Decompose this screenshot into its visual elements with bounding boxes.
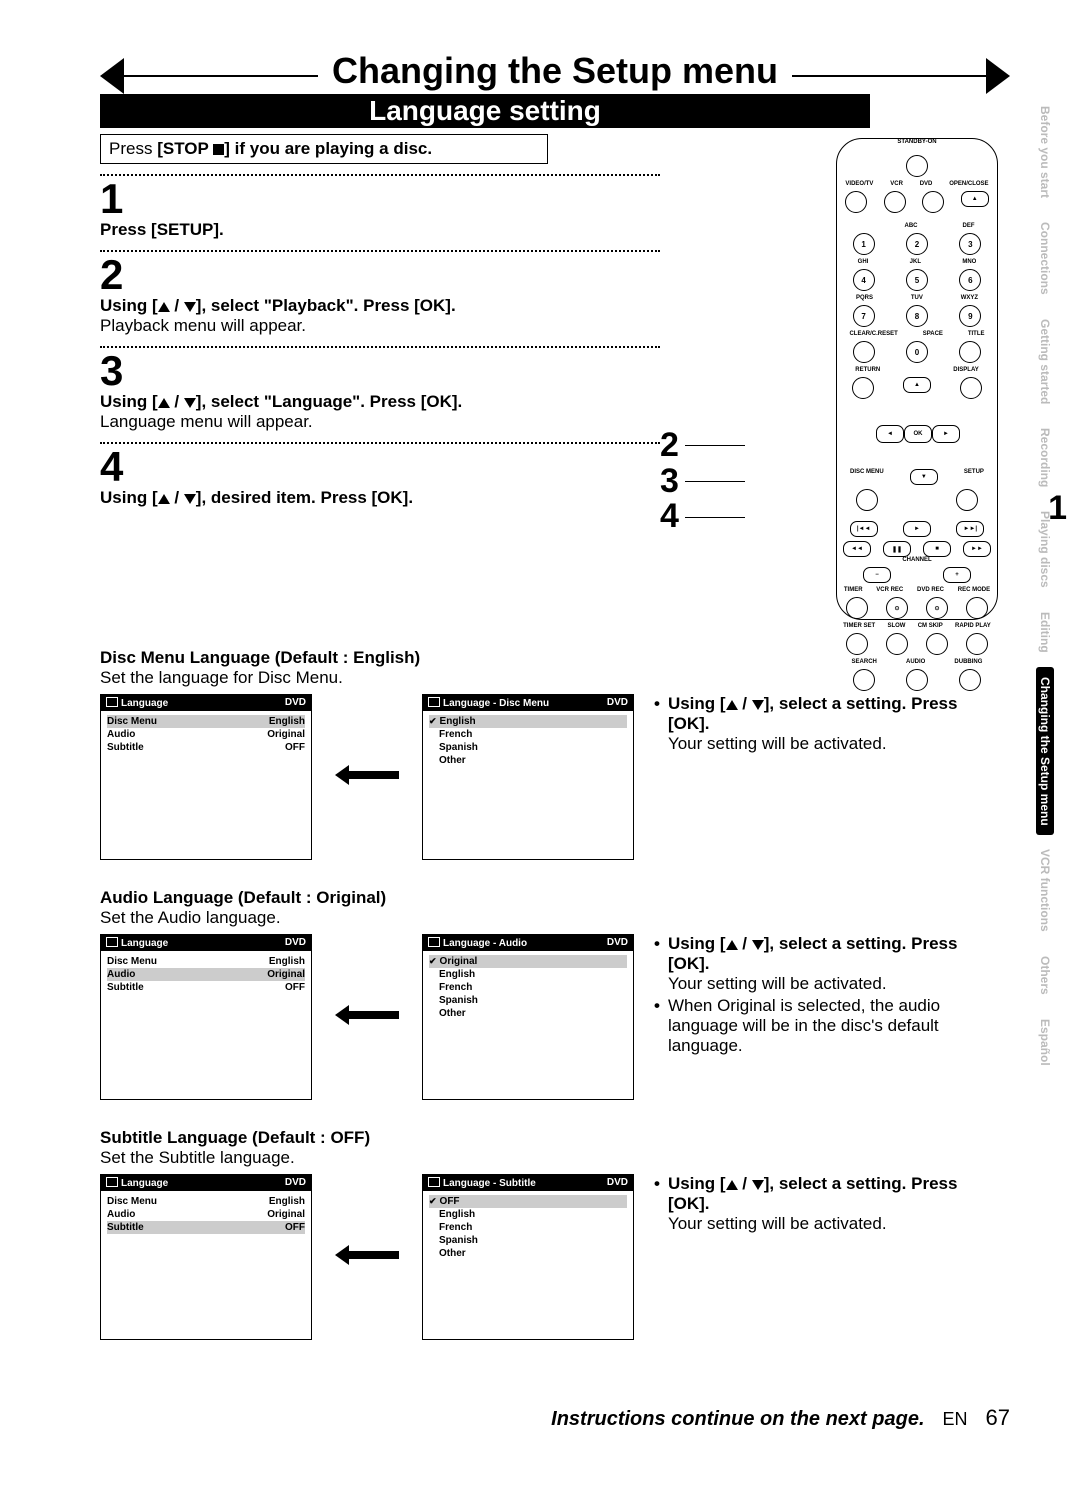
step-instruction: Press [SETUP].: [100, 220, 660, 240]
bullet-note: When Original is selected, the audio lan…: [654, 996, 1000, 1056]
power-icon: [906, 155, 928, 177]
up-icon: ▲: [903, 377, 931, 393]
side-tab[interactable]: Getting started: [1036, 309, 1054, 414]
play-icon: ►: [903, 521, 931, 537]
step-result: Playback menu will appear.: [100, 316, 660, 336]
arrow-icon: [332, 765, 402, 790]
step-instruction: Using [ / ], desired item. Press [OK].: [100, 488, 660, 508]
menu-box: LanguageDVDDisc MenuEnglishAudioOriginal…: [100, 934, 312, 1100]
menu-box: Language - AudioDVDOriginalEnglishFrench…: [422, 934, 634, 1100]
side-tab[interactable]: Recording: [1036, 418, 1054, 497]
left-icon: ◄: [876, 425, 904, 443]
skip-prev-icon: |◄◄: [850, 521, 878, 537]
step-result: Language menu will appear.: [100, 412, 660, 432]
remote-diagram: STANDBY-ON VIDEO/TVVCRDVDOPEN/CLOSE ▲ AB…: [836, 138, 998, 620]
step-instruction: Using [ / ], select "Playback". Press [O…: [100, 296, 660, 316]
banner-arrow-left-icon: [100, 58, 124, 94]
step-instruction: Using [ / ], select "Language". Press [O…: [100, 392, 660, 412]
skip-next-icon: ►►|: [956, 521, 984, 537]
setting-heading: Audio Language (Default : Original): [100, 888, 1000, 908]
callout-3: 3: [660, 464, 745, 500]
continue-note: Instructions continue on the next page.: [551, 1408, 924, 1431]
bullet-note: Using [ / ], select a setting. Press [OK…: [654, 694, 1000, 754]
record-icon: ⊙: [886, 597, 908, 619]
callout-2: 2: [660, 428, 745, 464]
section-heading: Language setting: [100, 94, 870, 128]
setting-heading: Subtitle Language (Default : OFF): [100, 1128, 1000, 1148]
step-number: 3: [100, 350, 660, 392]
setting-desc: Set the Subtitle language.: [100, 1148, 1000, 1168]
lang-code: EN: [943, 1409, 968, 1430]
callout-4: 4: [660, 499, 745, 535]
setup-button-indicator: [956, 489, 978, 511]
setting-desc: Set the Audio language.: [100, 908, 1000, 928]
menu-box: LanguageDVDDisc MenuEnglishAudioOriginal…: [100, 694, 312, 860]
stop-icon: [213, 144, 224, 155]
side-tab[interactable]: VCR functions: [1036, 839, 1054, 942]
bullet-note: Using [ / ], select a setting. Press [OK…: [654, 934, 1000, 994]
arrow-icon: [332, 1245, 402, 1270]
step-number: 2: [100, 254, 660, 296]
page-footer: Instructions continue on the next page. …: [100, 1405, 1010, 1431]
arrow-icon: [332, 1005, 402, 1030]
bullet-note: Using [ / ], select a setting. Press [OK…: [654, 1174, 1000, 1234]
page-number: 67: [986, 1405, 1010, 1431]
step-number: 1: [100, 178, 660, 220]
side-tab[interactable]: Playing discs: [1036, 501, 1054, 598]
side-tab[interactable]: Español: [1036, 1009, 1054, 1076]
menu-box: LanguageDVDDisc MenuEnglishAudioOriginal…: [100, 1174, 312, 1340]
right-icon: ►: [932, 425, 960, 443]
ok-button: OK: [904, 425, 932, 443]
side-tab[interactable]: Before you start: [1036, 96, 1054, 208]
page-title: Changing the Setup menu: [318, 50, 792, 92]
rew-icon: ◄◄: [843, 541, 871, 557]
menu-box: Language - Disc MenuDVDEnglishFrenchSpan…: [422, 694, 634, 860]
eject-icon: ▲: [961, 191, 989, 207]
menu-box: Language - SubtitleDVDOFFEnglishFrenchSp…: [422, 1174, 634, 1340]
side-tab[interactable]: Editing: [1036, 602, 1054, 663]
side-tab[interactable]: Connections: [1036, 212, 1054, 305]
ff-icon: ►►: [963, 541, 991, 557]
pause-icon: ❚❚: [883, 541, 911, 557]
banner-arrow-right-icon: [986, 58, 1010, 94]
step-number: 4: [100, 446, 660, 488]
side-tab[interactable]: Changing the Setup menu: [1036, 667, 1054, 836]
page-title-banner: Changing the Setup menu: [100, 50, 1010, 92]
side-tab[interactable]: Others: [1036, 946, 1054, 1005]
stop-note: Press [STOP ] if you are playing a disc.: [100, 134, 548, 164]
stop-btn-icon: ■: [923, 541, 951, 557]
down-icon: ▼: [910, 469, 938, 485]
